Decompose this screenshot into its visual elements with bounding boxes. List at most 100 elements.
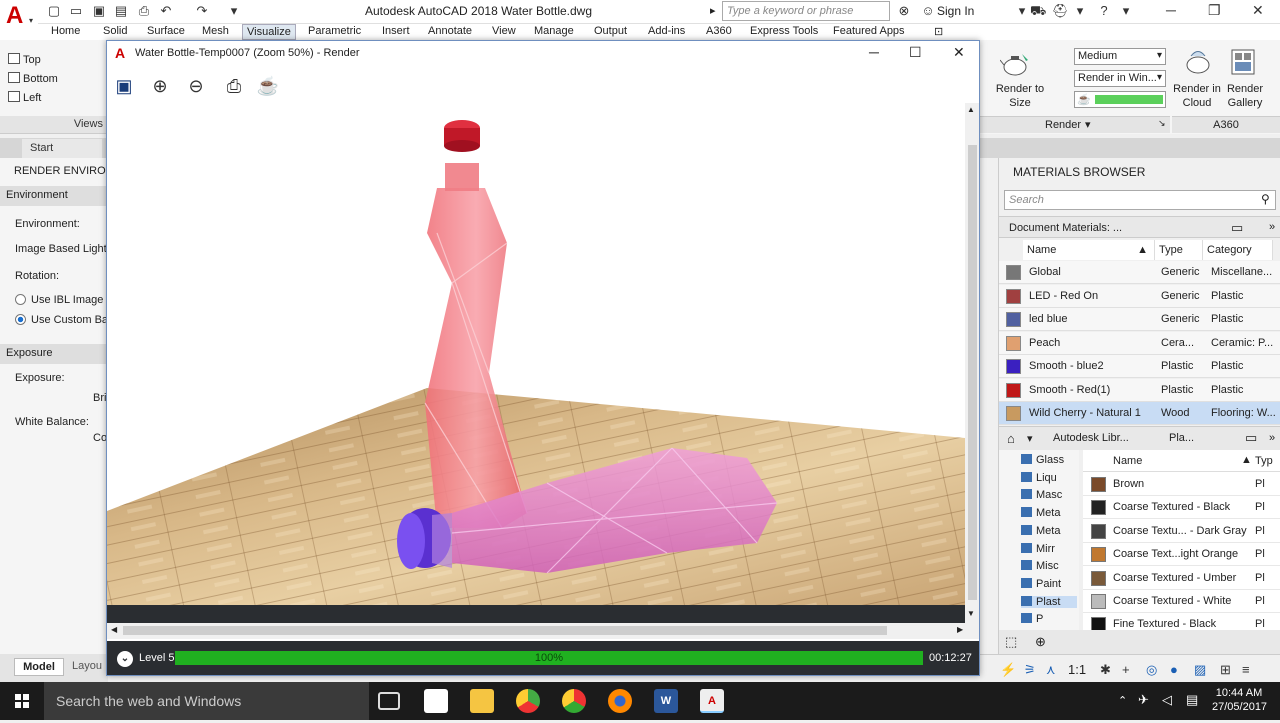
restore-icon[interactable]: ❐ (1208, 2, 1221, 19)
tab-insert[interactable]: Insert (378, 24, 414, 40)
new-icon[interactable]: ▢ (46, 3, 62, 19)
use-custom-radio[interactable]: Use Custom Ba (0, 314, 108, 326)
library-material-row[interactable]: Coarse Textu... - Dark Gray Pl (1083, 520, 1280, 543)
redo-icon[interactable]: ↷ (194, 3, 210, 19)
material-row[interactable]: LED - Red On Generic Plastic (999, 284, 1280, 308)
annotation-scale-icon[interactable]: ⋏ (1046, 662, 1056, 678)
library-tree-item[interactable]: Paint (1021, 578, 1061, 590)
cart-icon[interactable]: ⛟ (1030, 3, 1046, 19)
clean-screen-icon[interactable]: ▨ (1194, 662, 1206, 678)
taskbar-clock[interactable]: 10:44 AM 27/05/2017 (1212, 686, 1267, 714)
network-icon[interactable]: ✈ (1138, 692, 1149, 708)
library-breadcrumb[interactable]: Autodesk Libr... (1053, 432, 1129, 444)
search-expand-icon[interactable]: ▸ (710, 4, 716, 17)
save-icon[interactable]: ▣ (111, 73, 137, 99)
add-icon[interactable]: + (1122, 662, 1130, 677)
action-center-icon[interactable]: ▤ (1186, 692, 1198, 708)
tab-a360[interactable]: A360 (702, 24, 736, 40)
maximize-icon[interactable]: ☐ (909, 44, 922, 61)
use-ibl-radio[interactable]: Use IBL Image (0, 294, 108, 306)
isolate-objects-icon[interactable]: ◎ (1146, 662, 1157, 678)
render-in-cloud-button[interactable]: Render in Cloud (1172, 82, 1222, 110)
store-icon[interactable] (424, 689, 448, 713)
model-tab[interactable]: Model (14, 658, 64, 676)
search-icon[interactable]: ⚲ (1261, 192, 1270, 206)
material-library-icon[interactable]: ⬚ (1005, 634, 1017, 650)
material-row[interactable]: Global Generic Miscellane... (999, 261, 1280, 284)
stay-connected-dropdown-icon[interactable]: ▾ (1072, 3, 1088, 19)
library-tree-item[interactable]: Masc (1021, 489, 1062, 501)
tab-featured-apps[interactable]: Featured Apps (829, 24, 909, 40)
views-panel-label[interactable]: Views (0, 116, 107, 133)
volume-icon[interactable]: ◁ (1162, 692, 1172, 708)
taskbar-search-box[interactable]: Search the web and Windows (44, 682, 369, 720)
minimize-icon[interactable]: ─ (869, 44, 879, 60)
tab-output[interactable]: Output (590, 24, 631, 40)
tab-surface[interactable]: Surface (143, 24, 189, 40)
library-subfolder[interactable]: Pla... (1169, 432, 1194, 444)
library-tree-item[interactable]: Misc (1021, 560, 1059, 572)
layout-tab[interactable]: Layou (72, 660, 102, 672)
scale-label[interactable]: 1:1 (1068, 662, 1086, 677)
scroll-down-icon[interactable]: ▼ (967, 609, 975, 618)
tab-view[interactable]: View (488, 24, 520, 40)
tab-solid[interactable]: Solid (99, 24, 131, 40)
view-left[interactable]: Left (8, 91, 41, 104)
render-exposure-slider[interactable]: ☕ (1074, 91, 1166, 108)
a360-icon[interactable]: ⛑ (1052, 3, 1069, 19)
print-icon[interactable]: ⎙ (221, 73, 247, 99)
dialog-launcher-icon[interactable]: ↘ (1158, 118, 1166, 129)
library-column-type[interactable]: Typ (1255, 455, 1273, 467)
library-tree-item[interactable]: Meta (1021, 507, 1060, 519)
task-view-icon[interactable] (378, 692, 400, 710)
zoom-in-icon[interactable]: ⊕ (147, 73, 173, 99)
horizontal-scroll-thumb[interactable] (123, 626, 887, 635)
document-materials-bar[interactable]: Document Materials: ... ▭ » (999, 216, 1280, 238)
column-type[interactable]: Type (1155, 240, 1203, 260)
library-tree-item[interactable]: Meta (1021, 525, 1060, 537)
close-icon[interactable]: ✕ (1252, 2, 1264, 19)
tab-express-tools[interactable]: Express Tools (746, 24, 822, 40)
windows-start-button[interactable] (0, 682, 44, 720)
material-row[interactable]: led blue Generic Plastic (999, 308, 1280, 331)
sign-in-dropdown-icon[interactable]: ▾ (1014, 3, 1030, 19)
vertical-scroll-thumb[interactable] (968, 145, 977, 600)
show-hidden-icons-icon[interactable]: ⌃ (1118, 694, 1127, 707)
tab-visualize[interactable]: Visualize (242, 24, 296, 40)
material-row[interactable]: Smooth - Red(1) Plastic Plastic (999, 378, 1280, 402)
tab-home[interactable]: Home (47, 24, 84, 40)
tab-manage[interactable]: Manage (530, 24, 578, 40)
file-explorer-icon[interactable] (470, 689, 494, 713)
library-column-name[interactable]: Name (1113, 455, 1142, 467)
library-material-row[interactable]: Coarse Textured - White Pl (1083, 590, 1280, 613)
expand-history-icon[interactable]: ⌄ (117, 651, 133, 667)
ribbon-minimize-icon[interactable]: ⊡ (930, 24, 947, 40)
material-row[interactable]: Smooth - blue2 Plastic Plastic (999, 355, 1280, 378)
render-in-dropdown[interactable]: Render in Win... (1074, 70, 1166, 87)
library-tree-item[interactable]: P (1021, 613, 1043, 625)
materials-search-input[interactable]: Search (1004, 190, 1276, 210)
annotation-visibility-icon[interactable]: ⚡ (1000, 662, 1016, 678)
view-options-icon[interactable]: ▭ (1231, 220, 1243, 236)
library-material-row[interactable]: Coarse Text...ight Orange Pl (1083, 543, 1280, 567)
tab-parametric[interactable]: Parametric (304, 24, 365, 40)
scroll-left-icon[interactable]: ◀ (111, 625, 117, 634)
expand-icon[interactable]: » (1269, 221, 1275, 233)
help-icon[interactable]: ? (1096, 3, 1112, 19)
scroll-right-icon[interactable]: ▶ (957, 625, 963, 634)
render-panel-footer[interactable]: Render ▾ ↘ (980, 116, 1170, 133)
binoculars-icon[interactable]: ⊗ (896, 3, 912, 19)
library-dropdown-icon[interactable]: ▾ (1027, 432, 1033, 445)
library-material-row[interactable]: Coarse Textured - Umber Pl (1083, 567, 1280, 590)
library-tree-item[interactable]: Glass (1021, 454, 1064, 466)
close-icon[interactable]: ✕ (953, 44, 965, 61)
tab-mesh[interactable]: Mesh (198, 24, 233, 40)
auto-scale-icon[interactable]: ⚞ (1024, 662, 1036, 678)
view-top[interactable]: Top (8, 53, 41, 66)
view-bottom[interactable]: Bottom (8, 72, 58, 85)
render-quality-dropdown[interactable]: Medium (1074, 48, 1166, 65)
cancel-render-icon[interactable]: ☕ (255, 73, 281, 99)
column-name[interactable]: Name ▲ (1023, 240, 1155, 260)
scroll-up-icon[interactable]: ▲ (967, 105, 975, 114)
column-category[interactable]: Category (1203, 240, 1273, 260)
